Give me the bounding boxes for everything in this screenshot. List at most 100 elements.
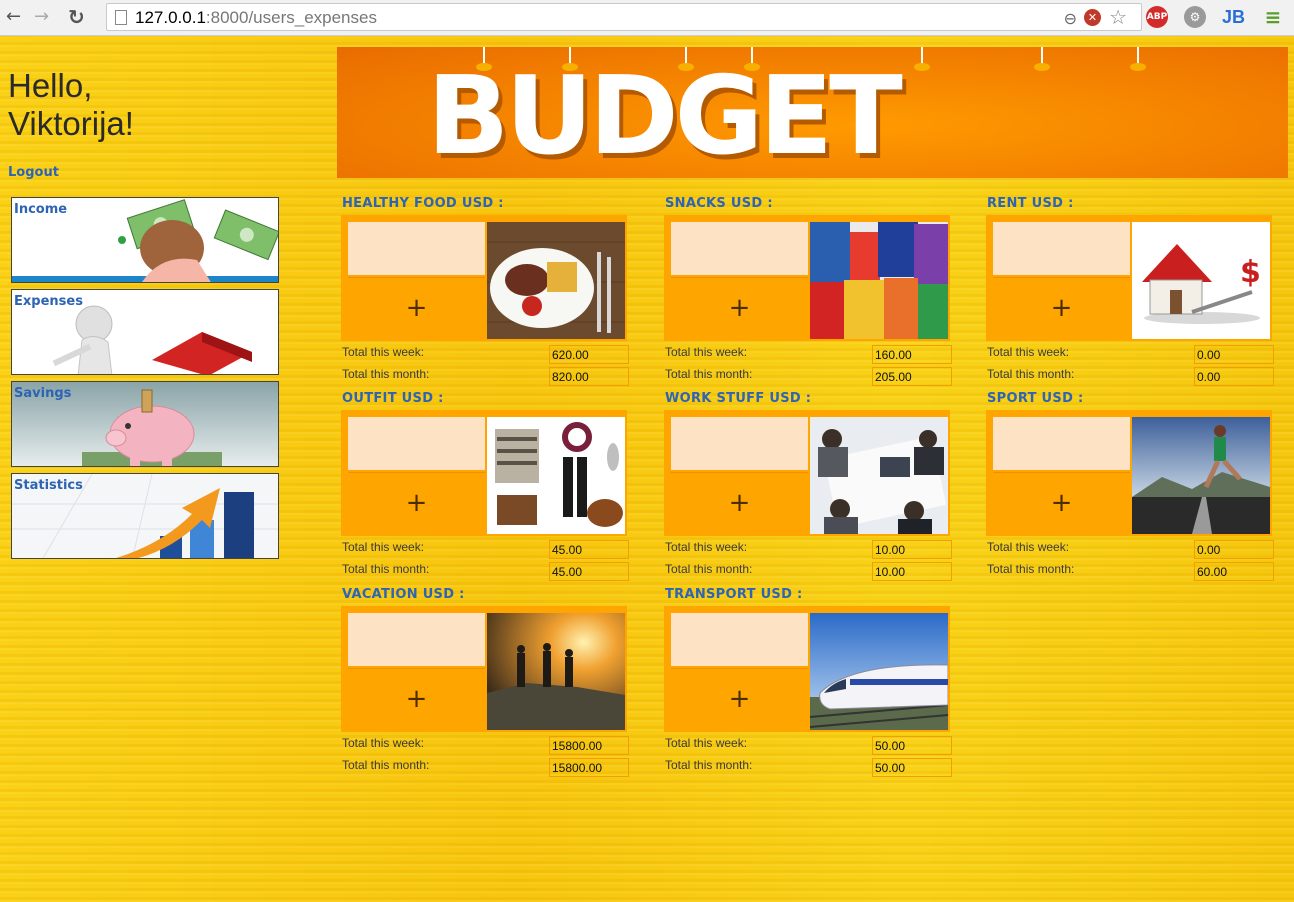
add-expense-button[interactable]: + (993, 472, 1130, 532)
address-bar[interactable]: 127.0.0.1:8000/users_expenses ⊖ ✕ ☆ (106, 3, 1142, 31)
greeting-line-1: Hello, (8, 67, 93, 104)
month-total-value: 820.00 (549, 367, 629, 386)
nav-income-label: Income (14, 202, 68, 217)
budget-banner: BUDGET (337, 47, 1288, 178)
month-total-value: 50.00 (872, 758, 952, 777)
month-total-label: Total this month: (987, 562, 1075, 576)
category-box: + (986, 410, 1272, 536)
week-total-label: Total this week: (665, 540, 748, 554)
week-total-label: Total this week: (987, 540, 1070, 554)
snacks-image (810, 222, 948, 339)
week-total-value: 15800.00 (549, 736, 629, 755)
browser-toolbar: ← → ↻ 127.0.0.1:8000/users_expenses ⊖ ✕ … (0, 0, 1294, 36)
forward-arrow-icon[interactable]: → (34, 6, 49, 28)
category-box: + (341, 410, 627, 536)
week-total-label: Total this week: (342, 345, 425, 359)
greeting: Hello, Viktorija! (8, 67, 134, 143)
month-total-label: Total this month: (342, 562, 430, 576)
category-box: + (664, 410, 950, 536)
week-total-label: Total this week: (665, 345, 748, 359)
month-total-label: Total this month: (342, 367, 430, 381)
category-title: VACATION USD : (342, 587, 465, 602)
week-total-label: Total this week: (665, 736, 748, 750)
back-arrow-icon[interactable]: ← (6, 6, 21, 28)
month-total-value: 45.00 (549, 562, 629, 581)
amount-input[interactable] (671, 222, 808, 275)
category-box: + (664, 606, 950, 732)
amount-input[interactable] (993, 417, 1130, 470)
month-total-label: Total this month: (665, 562, 753, 576)
menu-icon[interactable]: ≡ (1262, 6, 1284, 28)
category-title: SPORT USD : (987, 391, 1084, 406)
week-total-value: 10.00 (872, 540, 952, 559)
bookmark-star-icon[interactable]: ☆ (1109, 5, 1127, 29)
food-plate-image (487, 222, 625, 339)
month-total-label: Total this month: (342, 758, 430, 772)
week-total-value: 45.00 (549, 540, 629, 559)
amount-input[interactable] (671, 417, 808, 470)
week-total-value: 160.00 (872, 345, 952, 364)
category-box: + (341, 606, 627, 732)
zoom-icon[interactable]: ⊖ (1064, 9, 1077, 28)
nav-savings-label: Savings (14, 386, 72, 401)
banner-title: BUDGET (427, 54, 903, 179)
amount-input[interactable] (348, 417, 485, 470)
month-total-value: 10.00 (872, 562, 952, 581)
office-meeting-image (810, 417, 948, 534)
amount-input[interactable] (993, 222, 1130, 275)
hanger-icon (1130, 47, 1146, 71)
add-expense-button[interactable]: + (671, 277, 808, 337)
category-title: OUTFIT USD : (342, 391, 444, 406)
greeting-line-2: Viktorija! (8, 105, 134, 142)
jetbrains-icon[interactable]: JB (1222, 6, 1245, 28)
add-expense-button[interactable]: + (348, 472, 485, 532)
month-total-value: 205.00 (872, 367, 952, 386)
nav-statistics-label: Statistics (14, 478, 83, 493)
month-total-value: 0.00 (1194, 367, 1274, 386)
hanger-icon (1034, 47, 1050, 71)
month-total-label: Total this month: (987, 367, 1075, 381)
add-expense-button[interactable]: + (993, 277, 1130, 337)
add-expense-button[interactable]: + (671, 668, 808, 728)
category-title: HEALTHY FOOD USD : (342, 196, 504, 211)
month-total-value: 15800.00 (549, 758, 629, 777)
url-text[interactable]: 127.0.0.1:8000/users_expenses (135, 8, 377, 28)
house-rent-image: $ (1132, 222, 1270, 339)
week-total-value: 0.00 (1194, 345, 1274, 364)
amount-input[interactable] (348, 222, 485, 275)
runner-image (1132, 417, 1270, 534)
nav-expenses-label: Expenses (14, 294, 83, 309)
nav-income[interactable]: Income (11, 197, 279, 283)
nav-savings[interactable]: Savings (11, 381, 279, 467)
month-total-label: Total this month: (665, 367, 753, 381)
category-title: TRANSPORT USD : (665, 587, 803, 602)
logout-link[interactable]: Logout (8, 165, 59, 180)
week-total-value: 620.00 (549, 345, 629, 364)
add-expense-button[interactable]: + (348, 668, 485, 728)
add-expense-button[interactable]: + (671, 472, 808, 532)
week-total-value: 0.00 (1194, 540, 1274, 559)
page-body: Hello, Viktorija! Logout Income Expenses… (0, 37, 1294, 902)
week-total-label: Total this week: (342, 736, 425, 750)
hanger-icon (914, 47, 930, 71)
amount-input[interactable] (671, 613, 808, 666)
train-image (810, 613, 948, 730)
category-title: SNACKS USD : (665, 196, 773, 211)
category-box: + (341, 215, 627, 341)
clothes-image (487, 417, 625, 534)
amount-input[interactable] (348, 613, 485, 666)
month-total-label: Total this month: (665, 758, 753, 772)
category-box: + $ (986, 215, 1272, 341)
reload-icon[interactable]: ↻ (68, 6, 85, 28)
blocked-content-icon[interactable]: ✕ (1084, 9, 1101, 26)
adblock-icon[interactable]: ABP (1146, 6, 1168, 28)
film-reel-icon[interactable]: ⚙ (1184, 6, 1206, 28)
add-expense-button[interactable]: + (348, 277, 485, 337)
category-title: WORK STUFF USD : (665, 391, 812, 406)
nav-statistics[interactable]: Statistics (11, 473, 279, 559)
hikers-sunset-image (487, 613, 625, 730)
nav-expenses[interactable]: Expenses (11, 289, 279, 375)
week-total-label: Total this week: (987, 345, 1070, 359)
week-total-label: Total this week: (342, 540, 425, 554)
month-total-value: 60.00 (1194, 562, 1274, 581)
